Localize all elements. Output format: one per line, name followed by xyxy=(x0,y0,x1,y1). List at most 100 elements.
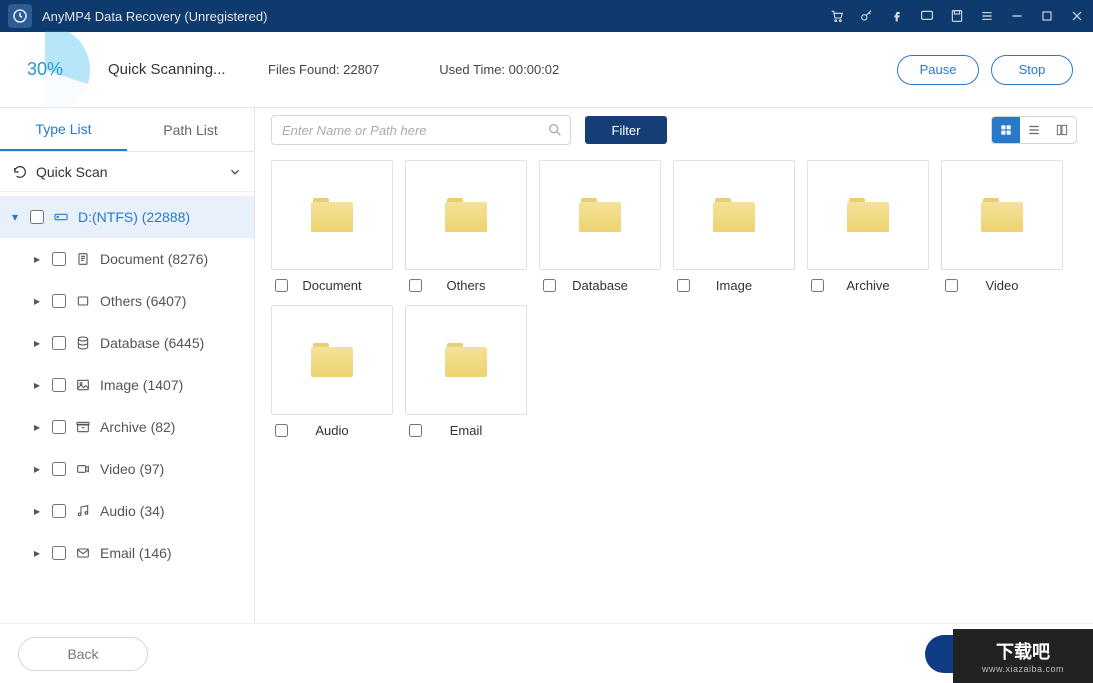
folder-checkbox[interactable] xyxy=(275,424,288,437)
category-label: Audio (34) xyxy=(100,503,165,519)
folder-card-audio[interactable] xyxy=(271,305,393,415)
folder-icon xyxy=(445,343,487,377)
category-archive[interactable]: ▸ Archive (82) xyxy=(0,406,254,448)
category-audio[interactable]: ▸ Audio (34) xyxy=(0,490,254,532)
save-icon[interactable] xyxy=(949,8,965,24)
image-icon xyxy=(74,377,92,393)
chevron-down-icon: ▾ xyxy=(8,210,22,224)
folder-label: Audio xyxy=(271,423,393,438)
folder-card-email[interactable] xyxy=(405,305,527,415)
category-image[interactable]: ▸ Image (1407) xyxy=(0,364,254,406)
database-icon xyxy=(74,335,92,351)
progress-percent: 30% xyxy=(27,59,63,80)
category-checkbox[interactable] xyxy=(52,546,66,560)
feedback-icon[interactable] xyxy=(919,8,935,24)
minimize-icon[interactable] xyxy=(1009,8,1025,24)
email-icon xyxy=(74,545,92,561)
maximize-icon[interactable] xyxy=(1039,8,1055,24)
category-label: Database (6445) xyxy=(100,335,204,351)
chevron-right-icon: ▸ xyxy=(30,252,44,266)
folder-grid: Document Others Database Image Archive V… xyxy=(255,152,1093,623)
video-icon xyxy=(74,461,92,477)
key-icon[interactable] xyxy=(859,8,875,24)
stop-button[interactable]: Stop xyxy=(991,55,1073,85)
drive-row[interactable]: ▾ D:(NTFS) (22888) xyxy=(0,196,254,238)
category-label: Email (146) xyxy=(100,545,172,561)
chevron-right-icon: ▸ xyxy=(30,462,44,476)
folder-label: Others xyxy=(405,278,527,293)
folder-card-image[interactable] xyxy=(673,160,795,270)
folder-card-video[interactable] xyxy=(941,160,1063,270)
view-list-icon[interactable] xyxy=(1020,117,1048,143)
archive-icon xyxy=(74,419,92,435)
folder-card-database[interactable] xyxy=(539,160,661,270)
category-checkbox[interactable] xyxy=(52,378,66,392)
folder-checkbox[interactable] xyxy=(945,279,958,292)
cart-icon[interactable] xyxy=(829,8,845,24)
folder-icon xyxy=(981,198,1023,232)
category-checkbox[interactable] xyxy=(52,252,66,266)
quick-scan-label: Quick Scan xyxy=(36,164,108,180)
drive-icon xyxy=(52,209,70,225)
content-toolbar: Filter xyxy=(255,108,1093,152)
sidebar: Type List Path List Quick Scan ▾ D:(NTFS… xyxy=(0,108,255,623)
category-database[interactable]: ▸ Database (6445) xyxy=(0,322,254,364)
pause-button[interactable]: Pause xyxy=(897,55,979,85)
folder-checkbox[interactable] xyxy=(811,279,824,292)
view-detail-icon[interactable] xyxy=(1048,117,1076,143)
chevron-down-icon xyxy=(228,165,242,179)
progress-ring: 30% xyxy=(0,32,90,108)
content: Filter Document Others Database xyxy=(255,108,1093,623)
folder-label: Video xyxy=(941,278,1063,293)
category-label: Document (8276) xyxy=(100,251,208,267)
folder-checkbox[interactable] xyxy=(409,279,422,292)
folder-checkbox[interactable] xyxy=(543,279,556,292)
drive-label: D:(NTFS) (22888) xyxy=(78,209,190,225)
folder-checkbox[interactable] xyxy=(677,279,690,292)
tab-path-list[interactable]: Path List xyxy=(127,108,254,151)
category-label: Others (6407) xyxy=(100,293,186,309)
folder-card-document[interactable] xyxy=(271,160,393,270)
category-checkbox[interactable] xyxy=(52,336,66,350)
category-label: Archive (82) xyxy=(100,419,175,435)
category-email[interactable]: ▸ Email (146) xyxy=(0,532,254,574)
close-icon[interactable] xyxy=(1069,8,1085,24)
folder-label: Document xyxy=(271,278,393,293)
folder-icon xyxy=(445,198,487,232)
search-icon xyxy=(547,122,563,138)
watermark-url: www.xiazaiba.com xyxy=(982,664,1064,674)
category-document[interactable]: ▸ Document (8276) xyxy=(0,238,254,280)
folder-label: Image xyxy=(673,278,795,293)
view-grid-icon[interactable] xyxy=(992,117,1020,143)
menu-icon[interactable] xyxy=(979,8,995,24)
category-others[interactable]: ▸ Others (6407) xyxy=(0,280,254,322)
chevron-right-icon: ▸ xyxy=(30,294,44,308)
category-checkbox[interactable] xyxy=(52,504,66,518)
drive-checkbox[interactable] xyxy=(30,210,44,224)
category-checkbox[interactable] xyxy=(52,420,66,434)
chevron-right-icon: ▸ xyxy=(30,504,44,518)
filter-button[interactable]: Filter xyxy=(585,116,667,144)
title-bar: AnyMP4 Data Recovery (Unregistered) xyxy=(0,0,1093,32)
chevron-right-icon: ▸ xyxy=(30,336,44,350)
folder-icon xyxy=(713,198,755,232)
category-checkbox[interactable] xyxy=(52,462,66,476)
watermark-text: 下载吧 xyxy=(996,638,1050,664)
audio-icon xyxy=(74,503,92,519)
back-button[interactable]: Back xyxy=(18,637,148,671)
folder-card-archive[interactable] xyxy=(807,160,929,270)
folder-card-others[interactable] xyxy=(405,160,527,270)
quick-scan-row[interactable]: Quick Scan xyxy=(0,152,254,192)
folder-checkbox[interactable] xyxy=(409,424,422,437)
sidebar-tabs: Type List Path List xyxy=(0,108,254,152)
search-input[interactable] xyxy=(271,115,571,145)
tab-type-list[interactable]: Type List xyxy=(0,108,127,151)
app-logo xyxy=(8,4,32,28)
folder-checkbox[interactable] xyxy=(275,279,288,292)
facebook-icon[interactable] xyxy=(889,8,905,24)
folder-icon xyxy=(311,343,353,377)
category-video[interactable]: ▸ Video (97) xyxy=(0,448,254,490)
category-checkbox[interactable] xyxy=(52,294,66,308)
tree: ▾ D:(NTFS) (22888) ▸ Document (8276) ▸ O… xyxy=(0,192,254,623)
folder-label: Archive xyxy=(807,278,929,293)
